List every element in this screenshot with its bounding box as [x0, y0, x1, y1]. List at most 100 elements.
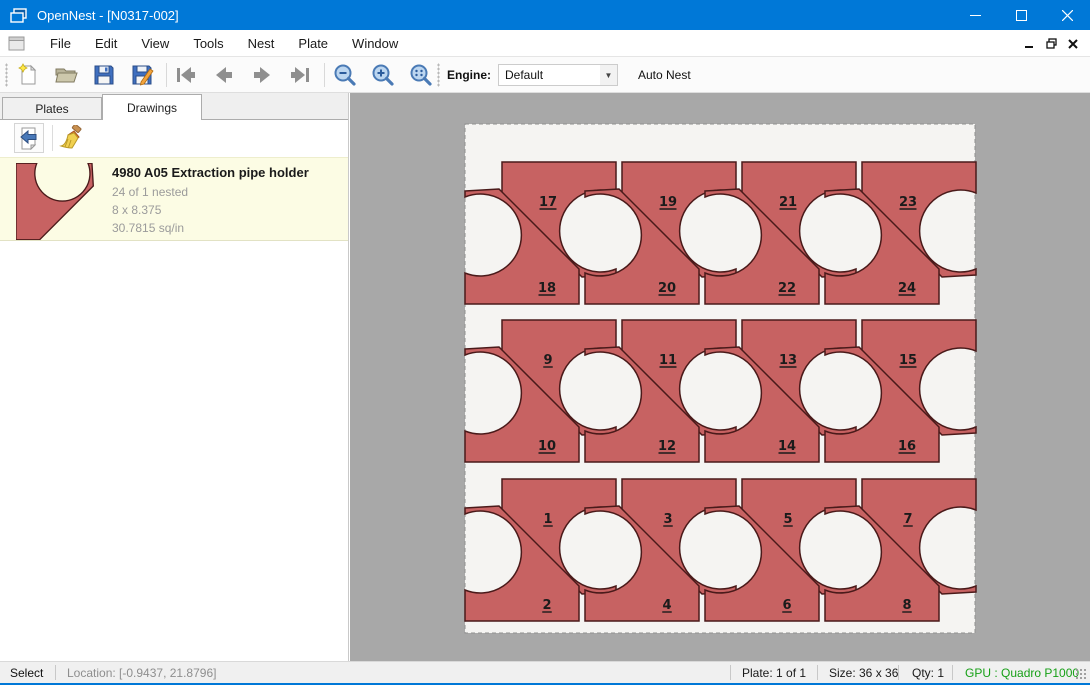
go-first-button[interactable] — [172, 61, 200, 89]
mdi-restore-button[interactable] — [1040, 34, 1062, 54]
part-number-label: 11 — [659, 353, 677, 368]
zoom-out-icon — [332, 62, 358, 88]
zoom-out-button[interactable] — [331, 61, 359, 89]
mdi-minimize-icon — [1024, 39, 1034, 49]
part-number-label: 14 — [778, 439, 796, 454]
menu-plate[interactable]: Plate — [286, 30, 340, 57]
status-location: Location: [-0.9437, 21.8796] — [67, 666, 216, 680]
mdi-close-button[interactable] — [1062, 34, 1084, 54]
part-number-label: 17 — [539, 195, 557, 210]
nest-view[interactable]: 171819202122232491011121314151612345678 — [350, 93, 1090, 661]
menu-nest[interactable]: Nest — [236, 30, 287, 57]
part-number-label: 18 — [538, 281, 556, 296]
menu-window[interactable]: Window — [340, 30, 410, 57]
title-bar: OpenNest - [N0317-002] — [0, 0, 1090, 30]
engine-value: Default — [499, 68, 600, 82]
nest-canvas[interactable]: 171819202122232491011121314151612345678 — [350, 93, 1090, 661]
toolbar-separator — [166, 63, 167, 87]
go-last-button[interactable] — [286, 61, 314, 89]
part-number-label: 12 — [658, 439, 676, 454]
part-number-label: 16 — [898, 439, 916, 454]
zoom-fit-icon — [408, 62, 434, 88]
part-number-label: 9 — [543, 353, 552, 368]
status-separator — [55, 665, 56, 680]
toolbar-separator — [324, 63, 325, 87]
zoom-fit-button[interactable] — [407, 61, 435, 89]
status-qty: Qty: 1 — [912, 666, 944, 680]
open-button[interactable] — [52, 61, 80, 89]
new-icon — [15, 62, 41, 88]
drawings-panel: Plates Drawings — [0, 93, 349, 661]
drawing-list-item[interactable]: 4980 A05 Extraction pipe holder 24 of 1 … — [0, 157, 348, 241]
clear-drawings-button[interactable] — [56, 123, 86, 153]
save-edit-button[interactable] — [128, 61, 156, 89]
go-next-icon — [249, 62, 275, 88]
main-toolbar: Engine: Default ▼ Auto Nest — [0, 57, 1090, 93]
mdi-close-icon — [1068, 39, 1078, 49]
tab-plates[interactable]: Plates — [2, 97, 102, 120]
drawings-panel-body: 4980 A05 Extraction pipe holder 24 of 1 … — [0, 119, 348, 661]
drawing-dimensions: 8 x 8.375 — [112, 203, 161, 217]
part-number-label: 21 — [779, 195, 797, 210]
part-number-label: 24 — [898, 281, 916, 296]
close-button[interactable] — [1044, 0, 1090, 30]
close-icon — [1062, 10, 1073, 21]
go-previous-icon — [211, 62, 237, 88]
status-separator — [952, 665, 953, 680]
minimize-button[interactable] — [952, 0, 998, 30]
resize-grip[interactable] — [1075, 668, 1087, 680]
part-number-label: 2 — [542, 598, 551, 613]
menu-file[interactable]: File — [38, 30, 83, 57]
engine-select[interactable]: Default ▼ — [498, 64, 618, 86]
go-next-button[interactable] — [248, 61, 276, 89]
import-drawing-button[interactable] — [14, 123, 44, 153]
mdi-restore-icon — [1046, 38, 1057, 49]
chevron-down-icon[interactable]: ▼ — [600, 65, 617, 85]
window-title: OpenNest - [N0317-002] — [37, 8, 179, 23]
toolbar-separator — [52, 125, 53, 151]
mdi-document-icon — [8, 36, 26, 51]
part-number-label: 1 — [543, 512, 552, 527]
part-number-label: 22 — [778, 281, 796, 296]
minimize-icon — [970, 10, 981, 21]
part-number-label: 3 — [663, 512, 672, 527]
part-number-label: 6 — [782, 598, 791, 613]
maximize-icon — [1016, 10, 1027, 21]
status-separator — [817, 665, 818, 680]
status-mode: Select — [10, 666, 43, 680]
drawing-title: 4980 A05 Extraction pipe holder — [112, 165, 309, 180]
menu-bar: File Edit View Tools Nest Plate Window — [0, 30, 1090, 57]
auto-nest-button[interactable]: Auto Nest — [638, 68, 691, 82]
toolbar-grip[interactable] — [5, 63, 8, 87]
status-separator — [898, 665, 899, 680]
tab-drawings[interactable]: Drawings — [102, 94, 202, 120]
open-icon — [53, 62, 79, 88]
part-number-label: 20 — [658, 281, 676, 296]
part-number-label: 7 — [903, 512, 912, 527]
menu-tools[interactable]: Tools — [181, 30, 235, 57]
toolbar-grip[interactable] — [437, 63, 440, 87]
menu-edit[interactable]: Edit — [83, 30, 129, 57]
new-button[interactable] — [14, 61, 42, 89]
import-drawing-icon — [17, 126, 41, 150]
zoom-in-button[interactable] — [369, 61, 397, 89]
save-icon — [91, 62, 117, 88]
drawing-area: 30.7815 sq/in — [112, 221, 184, 235]
part-number-label: 8 — [902, 598, 911, 613]
save-button[interactable] — [90, 61, 118, 89]
menu-view[interactable]: View — [129, 30, 181, 57]
save-edit-icon — [129, 62, 155, 88]
go-previous-button[interactable] — [210, 61, 238, 89]
status-gpu: GPU : Quadro P1000 — [965, 666, 1079, 680]
go-first-icon — [173, 62, 199, 88]
status-bar: Select Location: [-0.9437, 21.8796] Plat… — [0, 661, 1090, 683]
engine-label: Engine: — [447, 68, 491, 82]
part-number-label: 10 — [538, 439, 556, 454]
mdi-minimize-button[interactable] — [1018, 34, 1040, 54]
drawing-thumbnail — [16, 163, 96, 240]
part-number-label: 15 — [899, 353, 917, 368]
app-icon — [10, 8, 27, 23]
maximize-button[interactable] — [998, 0, 1044, 30]
part-number-label: 5 — [783, 512, 792, 527]
status-separator — [730, 665, 731, 680]
